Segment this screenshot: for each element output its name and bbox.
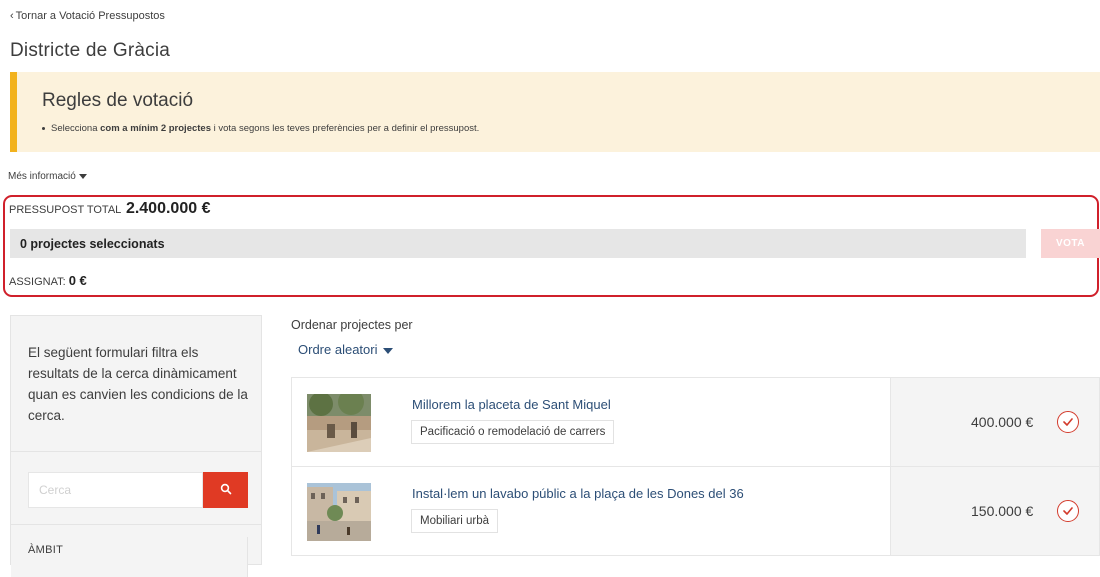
project-price: 150.000 € xyxy=(971,503,1034,519)
project-category-tag[interactable]: Mobiliari urbà xyxy=(411,509,499,533)
budget-total: PRESSUPOST TOTAL 2.400.000 € xyxy=(9,200,210,218)
project-price: 400.000 € xyxy=(971,414,1034,430)
caret-down-icon xyxy=(78,173,87,179)
select-project-toggle[interactable] xyxy=(1057,500,1079,522)
caret-down-icon xyxy=(383,347,394,354)
sort-selected-value: Ordre aleatori xyxy=(298,342,378,357)
select-project-toggle[interactable] xyxy=(1057,411,1079,433)
more-info-label: Més informació xyxy=(8,171,76,182)
budget-total-label: PRESSUPOST TOTAL xyxy=(9,204,121,216)
more-info-toggle[interactable]: Més informació xyxy=(8,171,87,182)
rules-title: Regles de votació xyxy=(42,90,194,111)
back-link-label: Tornar a Votació Pressupostos xyxy=(15,10,165,22)
checkmark-icon xyxy=(1063,507,1073,515)
search-input[interactable] xyxy=(28,472,203,508)
project-image[interactable] xyxy=(307,394,371,452)
voting-rules-callout: Regles de votació Selecciona com a mínim… xyxy=(10,72,1100,152)
scope-filter-label: ÀMBIT xyxy=(28,544,64,556)
rules-text-after: i vota segons les teves preferències per… xyxy=(211,123,480,134)
scope-filter-section xyxy=(11,537,248,577)
filter-description: El següent formulari filtra els resultat… xyxy=(28,345,248,423)
assigned-amount: 0 € xyxy=(68,273,87,288)
project-price-cell: 400.000 € xyxy=(890,378,1099,466)
search-button[interactable] xyxy=(203,472,248,508)
project-title[interactable]: Millorem la placeta de Sant Miquel xyxy=(412,397,611,412)
project-card: Millorem la placeta de Sant Miquel Pacif… xyxy=(291,377,1100,467)
back-link[interactable]: ‹ Tornar a Votació Pressupostos xyxy=(10,10,165,22)
sort-dropdown[interactable]: Ordre aleatori xyxy=(298,342,394,357)
budget-total-amount: 2.400.000 € xyxy=(125,200,211,217)
bullet-icon xyxy=(42,126,45,130)
vote-button[interactable]: VOTA xyxy=(1041,229,1100,258)
assigned-budget: ASSIGNAT: 0 € xyxy=(9,273,87,288)
search-icon xyxy=(220,483,231,494)
selected-projects-count: 0 projectes seleccionats xyxy=(20,237,165,251)
sort-label: Ordenar projectes per xyxy=(291,318,413,332)
project-card: Instal·lem un lavabo públic a la plaça d… xyxy=(291,466,1100,556)
rules-text-before: Selecciona xyxy=(51,123,101,134)
selection-progress-bar: 0 projectes seleccionats xyxy=(10,229,1026,258)
rules-text-bold: com a mínim 2 projectes xyxy=(100,123,211,134)
divider xyxy=(11,524,261,525)
project-price-cell: 150.000 € xyxy=(890,467,1099,555)
chevron-left-icon: ‹ xyxy=(10,10,14,22)
filter-panel: El següent formulari filtra els resultat… xyxy=(10,315,262,577)
assigned-label: ASSIGNAT: xyxy=(9,276,66,288)
project-category-tag[interactable]: Pacificació o remodelació de carrers xyxy=(411,420,615,444)
page-title: Districte de Gràcia xyxy=(10,40,171,61)
rules-item: Selecciona com a mínim 2 projectes i vot… xyxy=(42,123,479,134)
project-image[interactable] xyxy=(307,483,371,541)
divider xyxy=(11,451,261,452)
project-title[interactable]: Instal·lem un lavabo públic a la plaça d… xyxy=(412,486,744,501)
checkmark-icon xyxy=(1063,418,1073,426)
